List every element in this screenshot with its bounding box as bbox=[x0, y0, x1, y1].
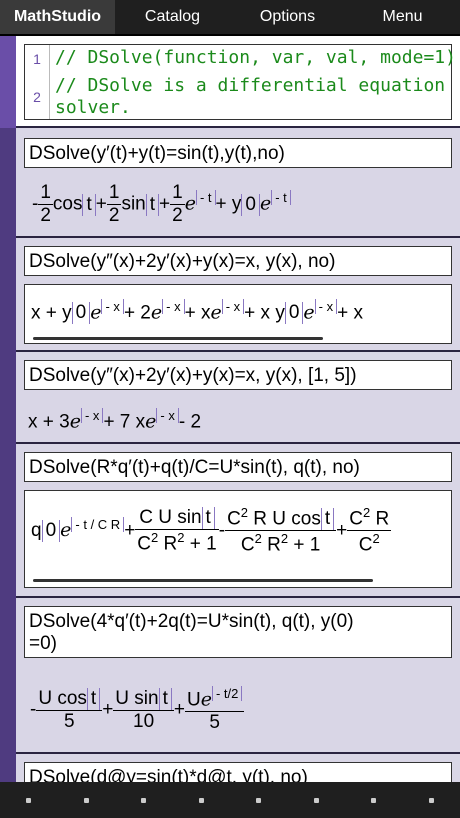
entry-block: DSolve(R*q′(t)+q(t)/C=U*sin(t), q(t), no… bbox=[0, 444, 460, 598]
toolbar-dot[interactable] bbox=[26, 797, 32, 803]
input-text: DSolve(4*q′(t)+2q(t)=U*sin(t), q(t), y(0… bbox=[29, 611, 354, 632]
entry-gutter bbox=[0, 352, 16, 444]
code-editor[interactable]: 1 2 // DSolve(function, var, val, mode=1… bbox=[16, 36, 460, 128]
entry-block: DSolve(y′(t)+y(t)=sin(t),y(t),no) -1 2 cos… bbox=[0, 128, 460, 238]
horizontal-scrollbar[interactable] bbox=[33, 579, 373, 582]
entry-gutter bbox=[0, 128, 16, 238]
toolbar-dot[interactable] bbox=[83, 797, 89, 803]
entry-gutter bbox=[0, 238, 16, 352]
horizontal-scrollbar[interactable] bbox=[33, 337, 323, 340]
result-output[interactable]: x + y0e- x + 2e - x + xe - x + x y0e- x + x bbox=[24, 284, 452, 344]
line-number: 1 bbox=[33, 51, 41, 67]
worksheet[interactable]: 1 2 // DSolve(function, var, val, mode=1… bbox=[0, 36, 460, 782]
entry-block: DSolve(d@y=sin(t)*d@t, y(t), no) bbox=[0, 754, 460, 782]
tab-options[interactable]: Options bbox=[230, 0, 345, 34]
input-field[interactable]: DSolve(y″(x)+2y′(x)+y(x)=x, y(x), [1, 5]… bbox=[24, 360, 452, 390]
entry-block: DSolve(y″(x)+2y′(x)+y(x)=x, y(x), no) x … bbox=[0, 238, 460, 352]
math-expression: -1 2 cos t +1 2 sin t +1 2 e - t + y0e- t bbox=[32, 182, 291, 227]
toolbar-dot[interactable] bbox=[371, 797, 377, 803]
toolbar-dot[interactable] bbox=[141, 797, 147, 803]
bottom-toolbar bbox=[0, 782, 460, 818]
input-field[interactable]: DSolve(4*q′(t)+2q(t)=U*sin(t), q(t), y(0… bbox=[24, 606, 452, 658]
code-line[interactable]: // DSolve is a differential equation bbox=[55, 75, 445, 96]
result-output[interactable]: q0e- t / C R + C U sin t C2 R2 + 1- C2 R U co… bbox=[24, 490, 452, 588]
result-output: -1 2 cos t +1 2 sin t +1 2 e - t + y0e- t bbox=[24, 174, 452, 234]
entry-gutter bbox=[0, 444, 16, 598]
entry-block: DSolve(y″(x)+2y′(x)+y(x)=x, y(x), [1, 5]… bbox=[0, 352, 460, 444]
tab-catalog[interactable]: Catalog bbox=[115, 0, 230, 34]
toolbar-dot[interactable] bbox=[428, 797, 434, 803]
tab-mathstudio[interactable]: MathStudio bbox=[0, 0, 115, 34]
editor-frame[interactable]: 1 2 // DSolve(function, var, val, mode=1… bbox=[24, 44, 456, 120]
input-text: =0) bbox=[29, 633, 57, 654]
input-field[interactable]: DSolve(R*q′(t)+q(t)/C=U*sin(t), q(t), no… bbox=[24, 452, 452, 482]
math-expression: x + 3e - x + 7 xe - x- 2 bbox=[28, 408, 202, 433]
code-line[interactable]: solver. bbox=[55, 97, 131, 118]
input-field[interactable]: DSolve(y′(t)+y(t)=sin(t),y(t),no) bbox=[24, 138, 452, 168]
tab-menu[interactable]: Menu bbox=[345, 0, 460, 34]
math-expression: -U cos t 5 + U sin t 10 + Ue - t/2 5 bbox=[30, 686, 245, 734]
math-expression: x + y0e- x + 2e - x + xe - x + x y0e- x + x bbox=[31, 299, 363, 325]
top-toolbar: MathStudio Catalog Options Menu bbox=[0, 0, 460, 36]
math-expression: q0e- t / C R + C U sin t C2 R2 + 1- C2 R U co… bbox=[31, 505, 392, 556]
line-number: 2 bbox=[33, 89, 41, 105]
code-line[interactable]: // DSolve(function, var, val, mode=1) bbox=[55, 47, 456, 68]
entry-gutter bbox=[0, 598, 16, 754]
entry-block: DSolve(4*q′(t)+2q(t)=U*sin(t), q(t), y(0… bbox=[0, 598, 460, 754]
entry-gutter bbox=[0, 754, 16, 782]
toolbar-dot[interactable] bbox=[313, 797, 319, 803]
input-field[interactable]: DSolve(d@y=sin(t)*d@t, y(t), no) bbox=[24, 762, 452, 782]
input-field[interactable]: DSolve(y″(x)+2y′(x)+y(x)=x, y(x), no) bbox=[24, 246, 452, 276]
result-output: x + 3e - x + 7 xe - x- 2 bbox=[24, 396, 452, 440]
toolbar-dot[interactable] bbox=[198, 797, 204, 803]
result-output: -U cos t 5 + U sin t 10 + Ue - t/2 5 bbox=[24, 668, 452, 750]
toolbar-dot[interactable] bbox=[256, 797, 262, 803]
